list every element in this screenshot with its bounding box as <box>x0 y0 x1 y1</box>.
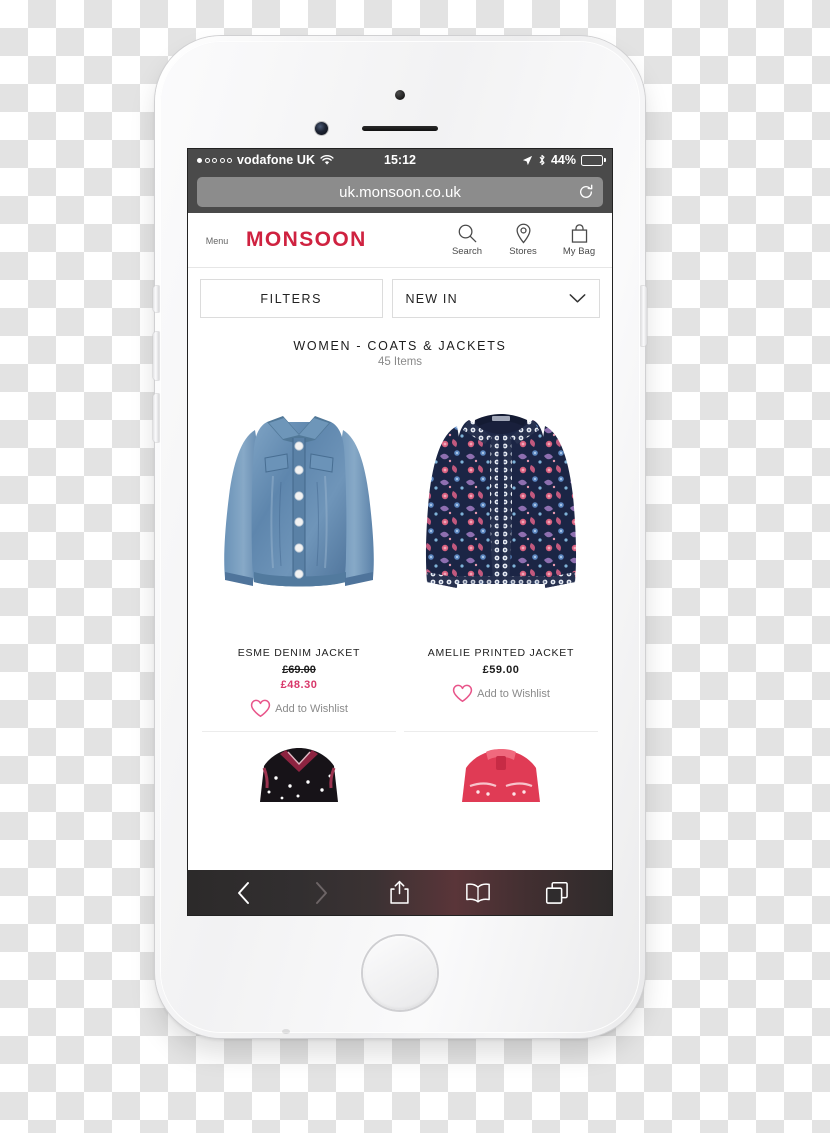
add-to-wishlist-button[interactable]: Add to Wishlist <box>202 699 396 718</box>
product-image-black-embellished-top[interactable] <box>202 732 396 802</box>
earpiece-speaker <box>362 126 438 131</box>
search-button[interactable]: Search <box>446 223 488 257</box>
store-pin-icon <box>514 223 533 244</box>
sort-value-label: NEW IN <box>405 291 458 306</box>
front-camera-icon <box>315 122 328 135</box>
status-bar: vodafone UK 15:12 44% <box>188 149 612 171</box>
volume-up-button[interactable] <box>153 332 159 380</box>
search-icon <box>457 223 478 244</box>
stores-label: Stores <box>509 246 537 257</box>
product-price-now: £48.30 <box>280 679 318 691</box>
product-grid: ESME DENIM JACKET £69.00 £48.30 Add to W… <box>188 376 612 802</box>
product-card[interactable]: ESME DENIM JACKET £69.00 £48.30 Add to W… <box>198 376 400 718</box>
my-bag-button[interactable]: My Bag <box>558 223 600 257</box>
status-bar-right: 44% <box>522 153 606 167</box>
forward-chevron-icon[interactable] <box>299 876 345 910</box>
my-bag-label: My Bag <box>562 246 596 257</box>
reload-icon[interactable] <box>578 184 594 200</box>
wifi-icon <box>320 154 334 166</box>
wishlist-label: Add to Wishlist <box>477 687 550 700</box>
add-to-wishlist-button[interactable]: Add to Wishlist <box>404 684 598 703</box>
shopping-bag-icon <box>570 223 589 244</box>
row-divider-cell <box>400 718 602 802</box>
power-button[interactable] <box>641 286 647 346</box>
page-title: WOMEN - COATS & JACKETS <box>293 339 507 353</box>
product-image-denim-jacket[interactable] <box>202 382 396 640</box>
search-label: Search <box>451 246 483 257</box>
filters-button[interactable]: FILTERS <box>200 279 383 318</box>
category-heading: WOMEN - COATS & JACKETS 45 Items <box>188 329 612 376</box>
product-price-was: £69.00 <box>282 664 316 676</box>
product-name: ESME DENIM JACKET <box>237 647 361 659</box>
product-image-red-jacket[interactable] <box>404 732 598 802</box>
microphone-icon <box>282 1029 290 1034</box>
site-header: Menu MONSOON Search Stores My Bag <box>188 213 612 268</box>
url-text: uk.monsoon.co.uk <box>339 183 461 201</box>
product-price: £59.00 <box>482 664 520 676</box>
product-name: AMELIE PRINTED JACKET <box>427 647 575 659</box>
product-image-printed-jacket[interactable] <box>404 382 598 640</box>
menu-label: Menu <box>205 235 229 246</box>
header-actions: Search Stores My Bag <box>446 223 600 257</box>
battery-icon <box>581 154 606 166</box>
home-button[interactable] <box>363 936 437 1010</box>
bluetooth-icon <box>538 154 546 166</box>
brand-logo[interactable]: MONSOON <box>246 228 367 252</box>
row-divider-cell <box>198 718 400 802</box>
phone-screen: vodafone UK 15:12 44% uk.monsoon.co.uk M… <box>188 149 612 915</box>
bookmarks-book-icon[interactable] <box>455 876 501 910</box>
chevron-down-icon <box>569 293 586 304</box>
share-icon[interactable] <box>377 876 423 910</box>
back-chevron-icon[interactable] <box>220 876 266 910</box>
item-count-label: 45 Items <box>377 356 423 368</box>
tabs-icon[interactable] <box>534 876 580 910</box>
signal-strength-icon <box>197 157 232 163</box>
menu-button[interactable]: Menu <box>200 235 234 246</box>
browser-url-bar[interactable]: uk.monsoon.co.uk <box>188 171 612 213</box>
browser-toolbar <box>188 870 612 915</box>
status-bar-left: vodafone UK <box>197 153 334 167</box>
volume-down-button[interactable] <box>153 394 159 442</box>
heart-outline-icon <box>452 684 473 703</box>
wishlist-label: Add to Wishlist <box>275 702 348 715</box>
carrier-label: vodafone UK <box>237 153 316 167</box>
filter-sort-row: FILTERS NEW IN <box>188 268 612 329</box>
proximity-sensor-icon <box>395 90 405 100</box>
sort-dropdown[interactable]: NEW IN <box>391 279 600 318</box>
url-input[interactable]: uk.monsoon.co.uk <box>197 177 603 207</box>
stores-button[interactable]: Stores <box>502 223 544 257</box>
heart-outline-icon <box>250 699 271 718</box>
battery-percent-label: 44% <box>550 153 576 167</box>
product-card[interactable]: AMELIE PRINTED JACKET £59.00 Add to Wish… <box>400 376 602 718</box>
phone-device: vodafone UK 15:12 44% uk.monsoon.co.uk M… <box>153 36 647 1038</box>
mute-switch-button[interactable] <box>153 286 159 312</box>
location-arrow-icon <box>522 155 533 166</box>
